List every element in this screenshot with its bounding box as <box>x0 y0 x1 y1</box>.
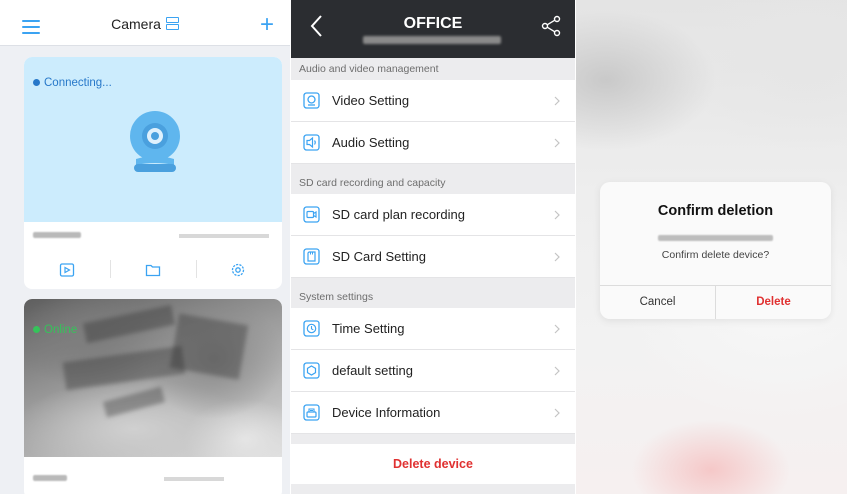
sd-card-icon <box>303 248 320 265</box>
camera-card[interactable]: Online <box>24 299 282 494</box>
connection-status: Online <box>33 324 77 336</box>
device-serial <box>658 235 773 241</box>
audio-icon <box>303 134 320 151</box>
row-label: default setting <box>332 363 413 378</box>
row-label: SD card plan recording <box>332 207 465 222</box>
settings-navbar: OFFICE <box>291 0 575 58</box>
divider <box>110 260 111 278</box>
page-title: Camera <box>111 16 161 32</box>
row-label: Time Setting <box>332 321 405 336</box>
info-icon <box>303 404 320 421</box>
share-icon[interactable] <box>541 15 561 37</box>
chevron-right-icon <box>554 252 560 262</box>
delete-device-button[interactable]: Delete device <box>291 444 575 484</box>
cancel-button[interactable]: Cancel <box>600 285 715 319</box>
settings-icon[interactable] <box>230 262 246 278</box>
status-dot <box>33 79 40 86</box>
dialog-message: Confirm delete device? <box>661 249 770 261</box>
device-title: OFFICE <box>403 15 463 32</box>
clock-icon <box>303 320 320 337</box>
chevron-right-icon <box>554 210 560 220</box>
divider <box>196 260 197 278</box>
camera-list-screen: Camera + Connecting... Online <box>0 0 290 494</box>
device-id <box>363 36 501 44</box>
sd-plan-recording-row[interactable]: SD card plan recording <box>291 194 575 236</box>
camera-title-group: Camera <box>0 16 290 32</box>
row-label: SD Card Setting <box>332 249 426 264</box>
add-camera-button[interactable]: + <box>260 13 274 37</box>
row-label: Video Setting <box>332 93 410 108</box>
confirm-deletion-screen: Confirm deletion Confirm delete device? … <box>576 0 847 494</box>
status-text: Online <box>44 324 78 336</box>
camera-actions <box>24 253 282 287</box>
row-label: Device Information <box>332 405 441 420</box>
grid-layout-icon[interactable] <box>165 17 179 31</box>
default-setting-row[interactable]: default setting <box>291 350 575 392</box>
chevron-right-icon <box>554 324 560 334</box>
row-label: Audio Setting <box>332 135 410 150</box>
audio-setting-row[interactable]: Audio Setting <box>291 122 575 164</box>
status-dot <box>33 326 40 333</box>
chevron-right-icon <box>554 366 560 376</box>
camera-card[interactable]: Connecting... <box>24 57 282 289</box>
camera-preview[interactable]: Connecting... <box>24 57 282 222</box>
delete-button[interactable]: Delete <box>716 285 831 319</box>
camera-serial <box>179 234 269 238</box>
folder-icon[interactable] <box>145 262 161 278</box>
status-text: Connecting... <box>44 77 112 89</box>
chevron-right-icon <box>554 96 560 106</box>
section-header-system: System settings <box>291 286 575 308</box>
camera-list-header: Camera + <box>0 0 290 46</box>
camera-serial <box>164 477 224 481</box>
section-header-audio-video: Audio and video management <box>291 58 575 80</box>
connection-status: Connecting... <box>33 77 112 89</box>
video-icon <box>303 92 320 109</box>
section-header-sd-card: SD card recording and capacity <box>291 172 575 194</box>
device-settings-screen: OFFICE Audio and video management Video … <box>291 0 575 494</box>
chevron-right-icon <box>554 138 560 148</box>
camera-name <box>33 232 81 238</box>
reset-icon <box>303 362 320 379</box>
confirm-deletion-dialog: Confirm deletion Confirm delete device? … <box>600 182 831 319</box>
chevron-right-icon <box>554 408 560 418</box>
device-information-row[interactable]: Device Information <box>291 392 575 434</box>
dialog-title: Confirm deletion <box>657 203 774 219</box>
camera-placeholder-icon <box>130 111 180 172</box>
time-setting-row[interactable]: Time Setting <box>291 308 575 350</box>
record-icon <box>303 206 320 223</box>
sd-card-setting-row[interactable]: SD Card Setting <box>291 236 575 278</box>
playback-icon[interactable] <box>59 262 75 278</box>
video-setting-row[interactable]: Video Setting <box>291 80 575 122</box>
camera-name <box>33 475 67 481</box>
camera-live-preview[interactable]: Online <box>24 299 282 457</box>
